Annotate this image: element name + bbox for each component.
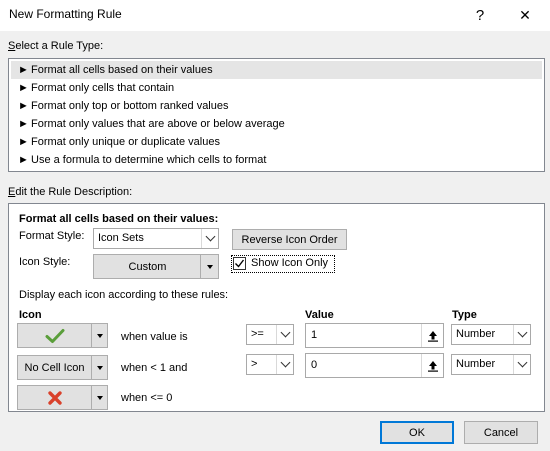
rule-type-list[interactable]: ► Format all cells based on their values …: [8, 58, 545, 172]
no-cell-icon-label: No Cell Icon: [24, 361, 85, 374]
help-icon: ?: [475, 7, 485, 24]
type-select-row-1[interactable]: Number: [451, 324, 531, 345]
icon-picker-row-2[interactable]: No Cell Icon: [17, 355, 108, 380]
value-input-row-2[interactable]: 0: [305, 353, 444, 378]
icon-picker-row-1[interactable]: [17, 323, 108, 348]
rule-description-label: Edit the Rule Description:: [8, 186, 133, 198]
condition-text-row-2: when < 1 and: [121, 362, 188, 374]
range-select-icon[interactable]: [421, 354, 443, 377]
format-style-label: Format Style:: [19, 230, 85, 242]
dropdown-arrow-icon: [200, 255, 219, 278]
chevron-down-icon: [201, 229, 218, 248]
arrow-icon: ►: [18, 82, 29, 94]
arrow-icon: ►: [18, 64, 29, 76]
value-input-row-1[interactable]: 1: [305, 323, 444, 348]
show-icon-only-checkbox[interactable]: [233, 257, 246, 270]
close-icon: ✕: [519, 7, 531, 23]
dropdown-arrow-icon: [91, 324, 107, 347]
rule-type-item[interactable]: ► Format all cells based on their values: [11, 61, 542, 79]
chevron-down-icon: [513, 325, 530, 344]
checkmark-icon: [235, 259, 245, 268]
dropdown-arrow-icon: [91, 386, 107, 409]
icon-style-label: Icon Style:: [19, 256, 71, 268]
condition-text-row-1: when value is: [121, 331, 188, 343]
red-x-icon: [18, 386, 91, 409]
rule-type-item[interactable]: ► Format only cells that contain: [11, 79, 542, 97]
reverse-icon-order-button[interactable]: Reverse Icon Order: [232, 229, 347, 250]
green-check-icon: [18, 324, 91, 347]
operator-select-row-2[interactable]: >: [246, 354, 294, 375]
chevron-down-icon: [513, 355, 530, 374]
description-heading: Format all cells based on their values:: [19, 213, 219, 225]
window-title: New Formatting Rule: [9, 7, 122, 21]
arrow-icon: ►: [18, 154, 29, 166]
icon-style-select[interactable]: Custom: [93, 254, 219, 279]
rule-type-label: Select a Rule Type:: [8, 40, 104, 52]
rule-type-item[interactable]: ► Format only values that are above or be…: [11, 115, 542, 133]
icon-column-header: Icon: [19, 309, 42, 321]
show-icon-only-label: Show Icon Only: [251, 257, 329, 269]
operator-select-row-1[interactable]: >=: [246, 324, 294, 345]
rule-type-item[interactable]: ► Format only unique or duplicate values: [11, 133, 542, 151]
dropdown-arrow-icon: [91, 356, 107, 379]
type-select-row-2[interactable]: Number: [451, 354, 531, 375]
rule-type-item[interactable]: ► Format only top or bottom ranked values: [11, 97, 542, 115]
close-button[interactable]: ✕: [505, 0, 545, 31]
range-select-icon[interactable]: [421, 324, 443, 347]
format-style-value: Icon Sets: [98, 232, 144, 244]
type-column-header: Type: [452, 309, 477, 321]
rule-type-item[interactable]: ► Use a formula to determine which cells …: [11, 151, 542, 169]
arrow-icon: ►: [18, 100, 29, 112]
chevron-down-icon: [276, 325, 293, 344]
arrow-icon: ►: [18, 118, 29, 130]
ok-button[interactable]: OK: [380, 421, 454, 444]
rules-intro: Display each icon according to these rul…: [19, 289, 229, 301]
icon-picker-row-3[interactable]: [17, 385, 108, 410]
arrow-icon: ►: [18, 136, 29, 148]
condition-text-row-3: when <= 0: [121, 392, 173, 404]
chevron-down-icon: [276, 355, 293, 374]
icon-style-value: Custom: [128, 260, 167, 273]
value-column-header: Value: [305, 309, 334, 321]
format-style-select[interactable]: Icon Sets: [93, 228, 219, 249]
cancel-button[interactable]: Cancel: [464, 421, 538, 444]
help-button[interactable]: ?: [460, 0, 500, 31]
